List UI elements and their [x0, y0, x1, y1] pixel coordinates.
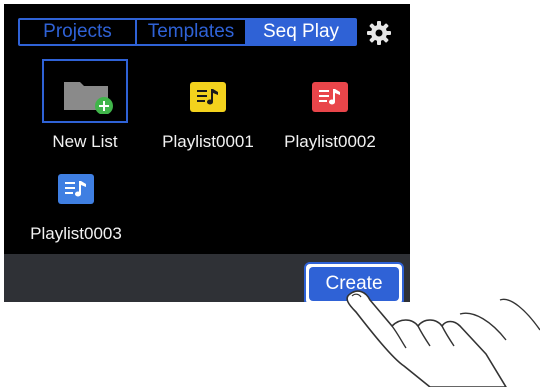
pointing-hand-icon — [346, 290, 540, 387]
